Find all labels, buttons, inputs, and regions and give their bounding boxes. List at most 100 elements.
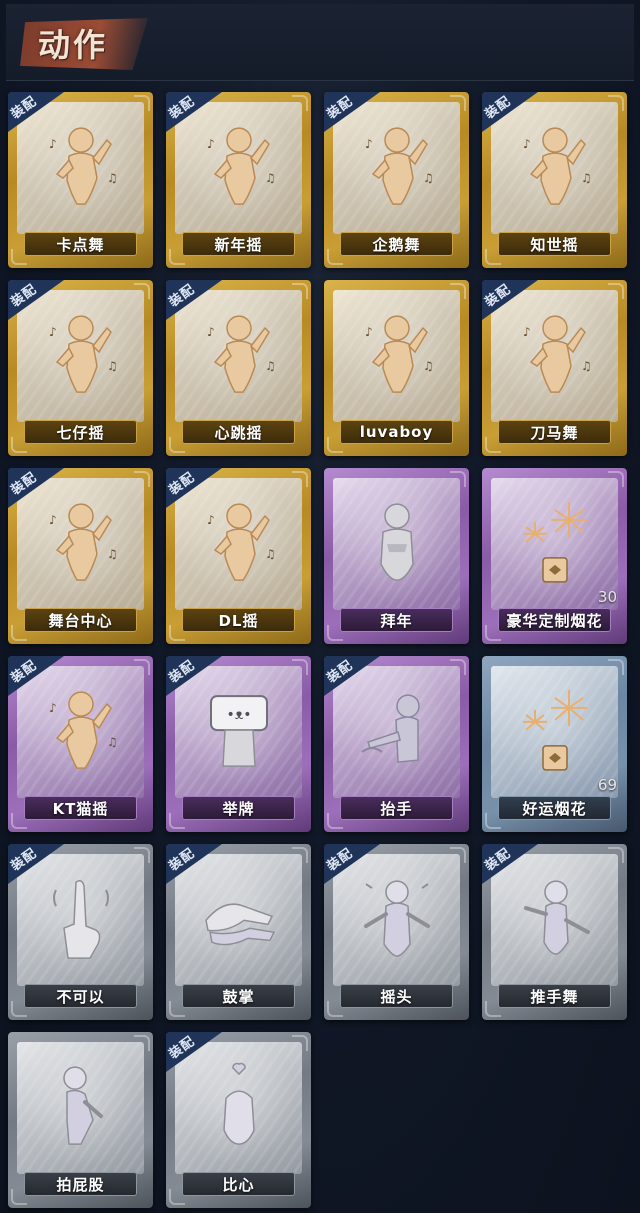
card-art: ♪ ♫ (491, 102, 618, 234)
card-label-bar: DL摇 (182, 608, 295, 632)
card-label-bar: 比心 (182, 1172, 295, 1196)
dance-pose-icon: ♪ ♫ (515, 306, 595, 402)
emote-name: KT猫摇 (52, 799, 109, 818)
emote-card[interactable]: ♪ ♫ KT猫摇 装配 (8, 656, 153, 832)
emote-card[interactable]: ♪ ♫ 新年摇 装配 (166, 92, 311, 268)
svg-text:♪: ♪ (207, 513, 215, 527)
sign-hold-icon: •ᴥ• (199, 682, 279, 778)
emote-card[interactable]: 拜年 (324, 468, 469, 644)
dance-pose-icon: ♪ ♫ (41, 682, 121, 778)
butt-slap-icon (41, 1058, 121, 1154)
card-art: ♪ ♫ (175, 102, 302, 234)
emote-name: 不可以 (56, 987, 105, 1006)
clap-icon (194, 876, 284, 960)
card-art (491, 854, 618, 986)
svg-text:♪: ♪ (365, 137, 373, 151)
emote-card[interactable]: ♪ ♫ 心跳摇 装配 (166, 280, 311, 456)
emote-name: DL摇 (218, 611, 259, 630)
card-art (333, 854, 460, 986)
card-art: ♪ ♫ (491, 290, 618, 422)
emote-inventory-page: 动作 ♪ ♫ 卡点舞 装配 ♪ ♫ 新年摇 装配 ♪ ♫ 企鹅舞 装配 ♪ ♫ … (0, 0, 640, 1213)
emote-name: 鼓掌 (222, 987, 255, 1006)
svg-text:♫: ♫ (423, 359, 434, 373)
dance-pose-icon: ♪ ♫ (41, 118, 121, 214)
emote-card[interactable]: ♪ ♫ 企鹅舞 装配 (324, 92, 469, 268)
card-art: ♪ ♫ (17, 666, 144, 798)
emote-card[interactable]: 好运烟花 69 (482, 656, 627, 832)
card-art: ♪ ♫ (17, 102, 144, 234)
item-count: 30 (597, 588, 617, 606)
svg-text:♪: ♪ (49, 701, 57, 715)
svg-text:♪: ♪ (207, 137, 215, 151)
emote-name: 举牌 (222, 799, 255, 818)
svg-text:♫: ♫ (265, 547, 276, 561)
svg-text:♫: ♫ (107, 359, 118, 373)
card-art: ♪ ♫ (17, 290, 144, 422)
card-label-bar: 新年摇 (182, 232, 295, 256)
svg-text:♪: ♪ (365, 325, 373, 339)
emote-card[interactable]: 豪华定制烟花 30 (482, 468, 627, 644)
dance-pose-icon: ♪ ♫ (41, 306, 121, 402)
card-label-bar: 抬手 (340, 796, 453, 820)
svg-text:♫: ♫ (107, 735, 118, 749)
svg-text:♪: ♪ (49, 137, 57, 151)
emote-name: 拍屁股 (56, 1175, 105, 1194)
emote-card[interactable]: ♪ ♫ 刀马舞 装配 (482, 280, 627, 456)
dance-pose-icon: ♪ ♫ (41, 494, 121, 590)
dance-pose-icon: ♪ ♫ (199, 118, 279, 214)
emote-card[interactable]: ♪ ♫ luvaboy (324, 280, 469, 456)
emote-card[interactable]: ♪ ♫ 舞台中心 装配 (8, 468, 153, 644)
card-art (333, 478, 460, 610)
emote-card[interactable]: 鼓掌 装配 (166, 844, 311, 1020)
fireworks-icon (509, 678, 601, 782)
emote-card[interactable]: ♪ ♫ 卡点舞 装配 (8, 92, 153, 268)
card-art: ♪ ♫ (175, 290, 302, 422)
card-art: •ᴥ• (175, 666, 302, 798)
item-count: 69 (597, 776, 617, 794)
card-label-bar: 好运烟花 (498, 796, 611, 820)
emote-card[interactable]: 不可以 装配 (8, 844, 153, 1020)
emote-card[interactable]: ♪ ♫ 知世摇 装配 (482, 92, 627, 268)
svg-text:♫: ♫ (423, 171, 434, 185)
emote-name: luvaboy (359, 423, 434, 441)
emote-card[interactable]: 拍屁股 (8, 1032, 153, 1208)
emote-card[interactable]: 比心 装配 (166, 1032, 311, 1208)
emote-name: 好运烟花 (522, 799, 587, 818)
raise-hand-icon (352, 682, 442, 778)
emote-card[interactable]: •ᴥ• 举牌 装配 (166, 656, 311, 832)
emote-card[interactable]: 抬手 装配 (324, 656, 469, 832)
emote-name: 知世摇 (530, 235, 579, 254)
emote-name: 比心 (222, 1175, 255, 1194)
card-label-bar: 拜年 (340, 608, 453, 632)
finger-wag-icon (46, 870, 116, 966)
emote-name: 豪华定制烟花 (506, 611, 603, 630)
emote-card[interactable]: 推手舞 装配 (482, 844, 627, 1020)
finger-heart-icon (204, 1058, 274, 1154)
card-label-bar: 鼓掌 (182, 984, 295, 1008)
dance-pose-icon: ♪ ♫ (357, 306, 437, 402)
svg-text:♫: ♫ (265, 171, 276, 185)
card-label-bar: 卡点舞 (24, 232, 137, 256)
emote-name: 卡点舞 (56, 235, 105, 254)
svg-text:♪: ♪ (49, 513, 57, 527)
card-label-bar: 企鹅舞 (340, 232, 453, 256)
svg-text:♪: ♪ (49, 325, 57, 339)
emote-card[interactable]: 摇头 装配 (324, 844, 469, 1020)
emote-name: 摇头 (380, 987, 413, 1006)
card-label-bar: 刀马舞 (498, 420, 611, 444)
emote-card[interactable]: ♪ ♫ 七仔摇 装配 (8, 280, 153, 456)
card-art: ♪ ♫ (17, 478, 144, 610)
card-label-bar: 拍屁股 (24, 1172, 137, 1196)
emote-name: 刀马舞 (530, 423, 579, 442)
emote-name: 新年摇 (214, 235, 263, 254)
svg-text:♫: ♫ (581, 171, 592, 185)
card-label-bar: KT猫摇 (24, 796, 137, 820)
svg-text:♫: ♫ (265, 359, 276, 373)
dance-pose-icon: ♪ ♫ (199, 306, 279, 402)
card-label-bar: 舞台中心 (24, 608, 137, 632)
emote-card[interactable]: ♪ ♫ DL摇 装配 (166, 468, 311, 644)
card-label-bar: 举牌 (182, 796, 295, 820)
card-label-bar: 推手舞 (498, 984, 611, 1008)
svg-text:♪: ♪ (523, 137, 531, 151)
emote-grid: ♪ ♫ 卡点舞 装配 ♪ ♫ 新年摇 装配 ♪ ♫ 企鹅舞 装配 ♪ ♫ 知世摇… (0, 0, 640, 1213)
